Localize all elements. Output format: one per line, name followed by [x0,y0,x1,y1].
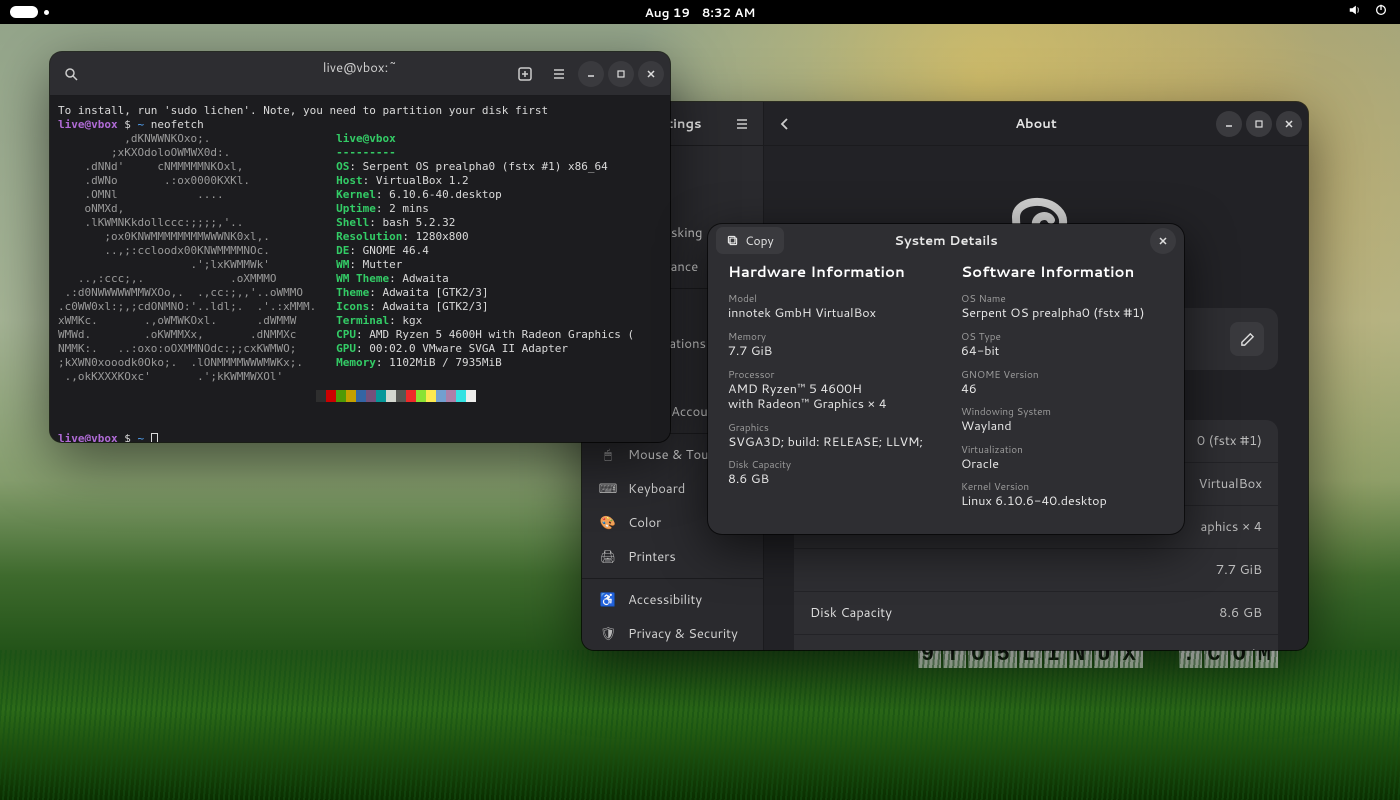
hardware-info-heading: Hardware Information [728,261,931,282]
detail-field: VirtualizationOracle [961,443,1164,473]
sidebar-item-label: Accessibility [628,591,702,609]
sidebar-item-label: Color [628,514,661,532]
nav-icon: 🖨 [600,549,616,565]
field-value: 64-bit [961,344,1164,360]
field-value: 8.6 GB [728,472,931,488]
detail-field: Disk Capacity8.6 GB [728,458,931,488]
sidebar-item-label: Privacy & Security [628,625,738,643]
power-icon[interactable] [1374,3,1388,21]
activities-pill[interactable] [10,6,38,18]
settings-close-button[interactable] [1276,111,1302,137]
nav-icon: 🛡 [600,626,616,642]
maximize-button[interactable] [608,61,634,87]
field-value: AMD Ryzen™ 5 4600Hwith Radeon™ Graphics … [728,382,931,413]
about-row-key: System Details [810,648,901,651]
about-row[interactable]: System Details [794,634,1278,650]
field-value: Serpent OS prealpha0 (fstx #1) [961,306,1164,322]
system-details-dialog: Copy System Details Hardware Information… [708,224,1184,534]
about-row-value: 8.6 GB [1219,604,1262,622]
nav-icon: ⌨ [600,481,616,497]
sidebar-item-privacy-security[interactable]: 🛡 Privacy & Security [586,617,759,650]
date-label: Aug 19 [645,4,690,21]
field-value: Linux 6.10.6-40.desktop [961,494,1164,510]
software-info-heading: Software Information [961,261,1164,282]
back-button[interactable] [770,109,800,139]
settings-minimize-button[interactable] [1216,111,1242,137]
sidebar-item-printers[interactable]: 🖨 Printers [586,540,759,574]
about-row-value [1248,647,1262,650]
field-label: GNOME Version [961,368,1164,382]
dialog-close-button[interactable] [1150,228,1176,254]
hamburger-menu-button[interactable] [544,59,574,89]
field-value: 7.7 GiB [728,344,931,360]
copy-button[interactable]: Copy [716,227,784,254]
sidebar-item-label: Printers [628,548,676,566]
top-bar: Aug 19 8:32 AM [0,0,1400,24]
detail-field: ProcessorAMD Ryzen™ 5 4600Hwith Radeon™ … [728,368,931,413]
about-title: About [1015,115,1057,133]
dialog-title: System Details [894,232,998,250]
copy-label: Copy [745,232,774,249]
volume-icon[interactable] [1348,3,1362,21]
detail-field: GraphicsSVGA3D; build: RELEASE; LLVM; [728,421,931,451]
field-value: innotek GmbH VirtualBox [728,306,931,322]
time-label: 8:32 AM [702,4,755,21]
detail-field: Modelinnotek GmbH VirtualBox [728,292,931,322]
nav-icon: ♿ [600,592,616,608]
settings-menu-button[interactable] [727,109,757,139]
hardware-column: Hardware Information Modelinnotek GmbH V… [728,261,931,518]
field-value: Wayland [961,419,1164,435]
close-button[interactable] [638,61,664,87]
detail-field: Kernel VersionLinux 6.10.6-40.desktop [961,480,1164,510]
about-row-key: Disk Capacity [810,604,892,622]
field-value: SVGA3D; build: RELEASE; LLVM; [728,435,931,451]
detail-field: OS NameSerpent OS prealpha0 (fstx #1) [961,292,1164,322]
about-row-value: 0 (fstx #1) [1197,432,1262,450]
about-row: 7.7 GiB [794,548,1278,591]
terminal-body[interactable]: To install, run 'sudo lichen'. Note, you… [50,96,670,442]
sidebar-item-accessibility[interactable]: ♿ Accessibility [586,583,759,617]
about-row-value: aphics × 4 [1200,518,1262,536]
detail-field: Memory7.7 GiB [728,330,931,360]
field-value: 46 [961,382,1164,398]
new-tab-button[interactable] [510,59,540,89]
nav-icon: 🎨 [600,515,616,531]
about-row-value: 7.7 GiB [1216,561,1262,579]
nav-icon: 🖱 [600,447,616,463]
detail-field: Windowing SystemWayland [961,405,1164,435]
sidebar-item-label: Keyboard [628,480,685,498]
field-value: Oracle [961,457,1164,473]
clock[interactable]: Aug 19 8:32 AM [645,4,756,21]
about-row: Disk Capacity 8.6 GB [794,591,1278,634]
minimize-button[interactable] [578,61,604,87]
terminal-search-button[interactable] [56,59,86,89]
terminal-window: live@vbox:~ To install, run 'sudo lichen… [50,52,670,442]
settings-maximize-button[interactable] [1246,111,1272,137]
software-column: Software Information OS NameSerpent OS p… [961,261,1164,518]
detail-field: OS Type64-bit [961,330,1164,360]
edit-device-name-button[interactable] [1230,322,1264,356]
terminal-title: live@vbox:~ [323,61,397,86]
detail-field: GNOME Version46 [961,368,1164,398]
about-row-value: VirtualBox [1199,475,1262,493]
